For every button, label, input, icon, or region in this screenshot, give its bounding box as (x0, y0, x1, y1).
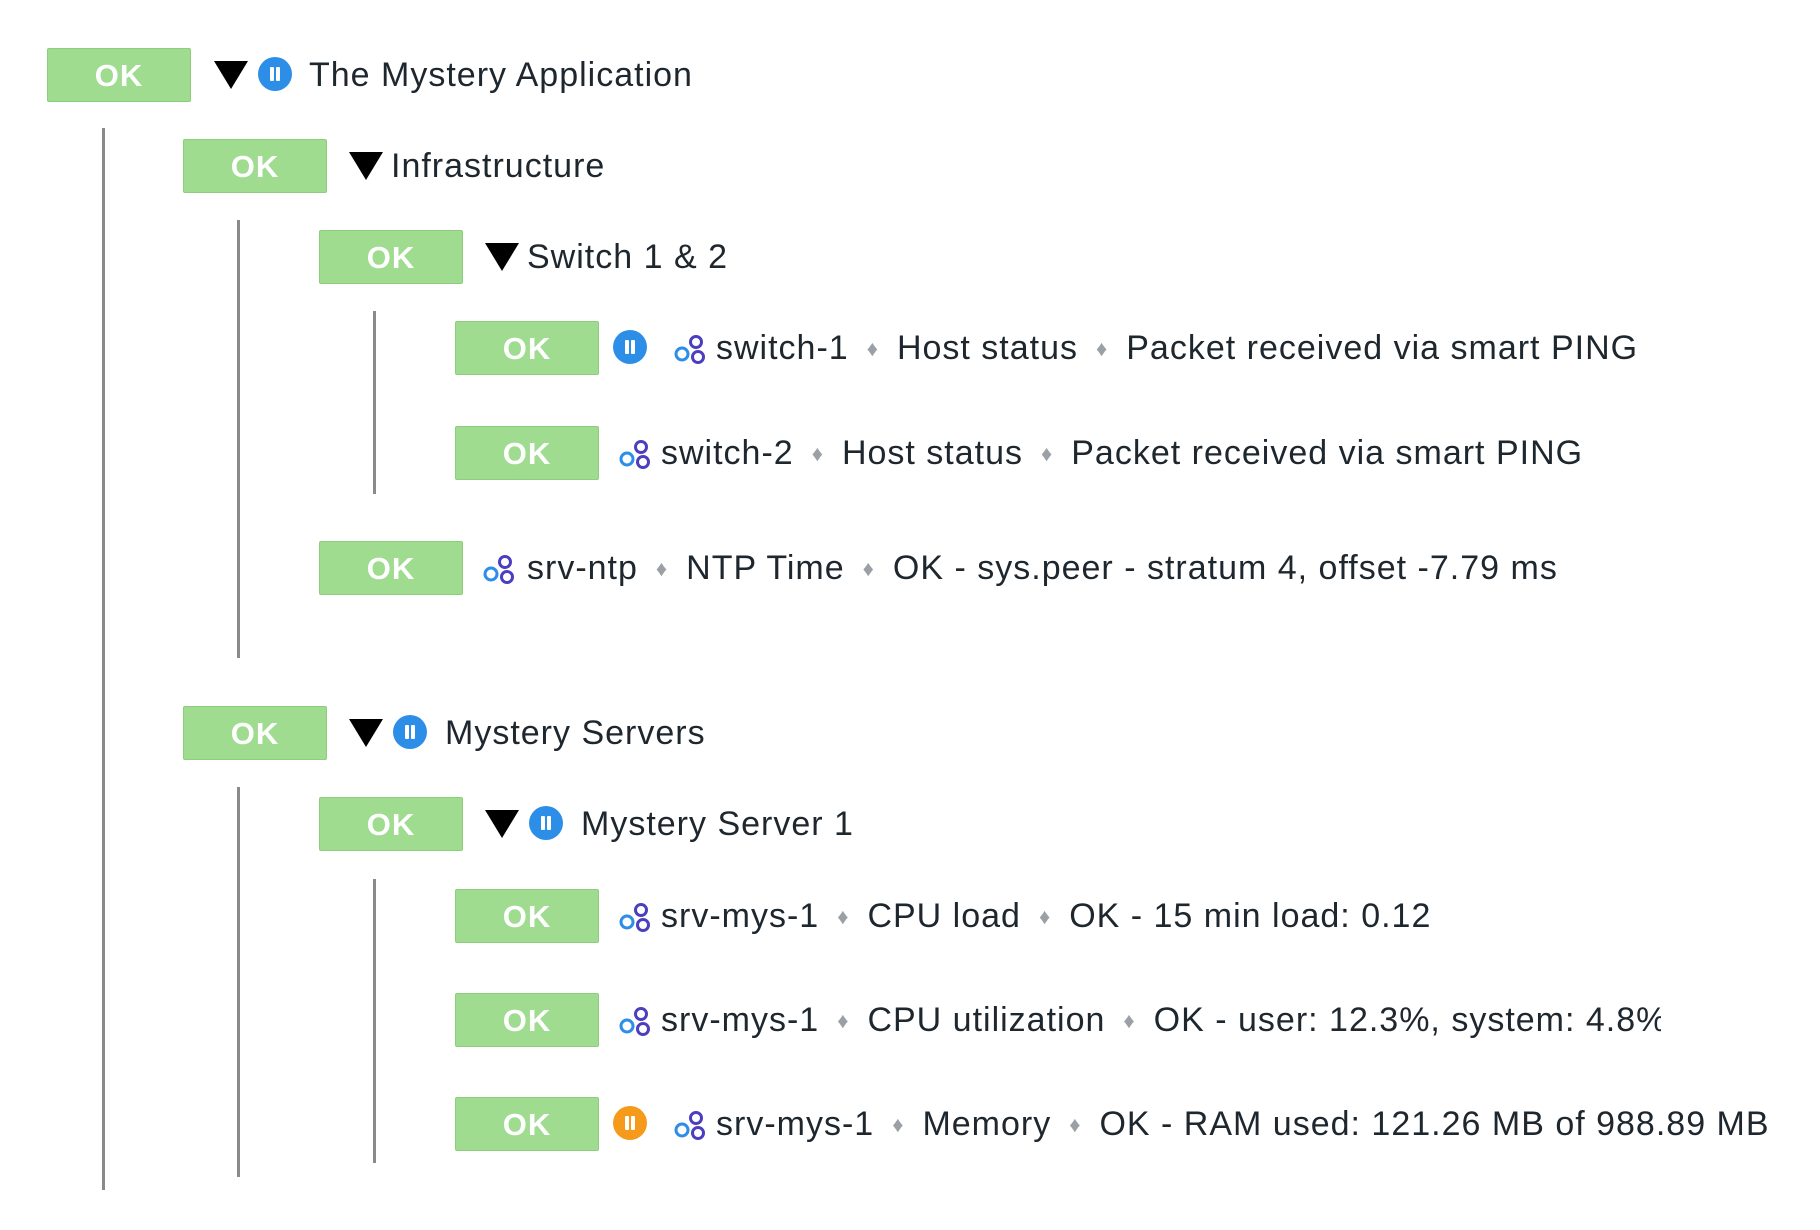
tree-node-switches: OK Switch 1 & 2 (0, 229, 1820, 285)
tree-node-mystery-server-1: OK Mystery Server 1 (0, 796, 1820, 852)
state-badge[interactable]: OK (319, 797, 463, 851)
pause-downtime-icon (613, 330, 647, 364)
tree-leaf-cpu-load: OK srv-mys-1 ♦ CPU load ♦ OK - 15 min load: … (0, 888, 1820, 944)
host-name[interactable]: srv-mys-1 (661, 897, 819, 935)
collapse-toggle-icon[interactable] (349, 152, 383, 180)
host-name[interactable]: srv-ntp (527, 549, 638, 587)
state-badge[interactable]: OK (455, 426, 599, 480)
collapse-toggle-icon[interactable] (214, 61, 248, 89)
separator-icon: ♦ (837, 1008, 850, 1033)
tree-leaf-switch-2: OK switch-2 ♦ Host status ♦ Packet received … (0, 425, 1820, 481)
tree-node-mystery-servers: OK Mystery Servers (0, 705, 1820, 761)
service-output: OK - sys.peer - stratum 4, offset -7.79 … (892, 549, 1558, 587)
tree-leaf-switch-1: OK switch-1 ♦ Host status ♦ Packet received … (0, 320, 1820, 376)
collapse-toggle-icon[interactable] (485, 810, 519, 838)
state-badge[interactable]: OK (455, 993, 599, 1047)
pause-downtime-icon (393, 715, 427, 749)
service-name[interactable]: Host status (897, 329, 1078, 367)
service-name[interactable]: CPU utilization (867, 1001, 1105, 1039)
service-line[interactable]: switch-1 ♦ Host status ♦ Packet received via… (716, 320, 1638, 376)
service-name[interactable]: NTP Time (686, 549, 845, 587)
separator-icon: ♦ (837, 904, 850, 929)
state-badge[interactable]: OK (319, 230, 463, 284)
state-badge[interactable]: OK (183, 139, 327, 193)
host-name[interactable]: srv-mys-1 (661, 1001, 819, 1039)
service-gears-icon (619, 440, 650, 469)
collapse-toggle-icon[interactable] (485, 243, 519, 271)
separator-icon: ♦ (1123, 1008, 1136, 1033)
service-gears-icon (674, 1111, 705, 1140)
service-name[interactable]: CPU load (867, 897, 1021, 935)
state-badge[interactable]: OK (47, 48, 191, 102)
state-badge[interactable]: OK (319, 541, 463, 595)
service-name[interactable]: Memory (922, 1105, 1051, 1143)
service-name[interactable]: Host status (842, 434, 1023, 472)
separator-icon: ♦ (1069, 1112, 1082, 1137)
node-title[interactable]: The Mystery Application (309, 47, 693, 103)
service-output: OK - RAM used: 121.26 MB of 988.89 MB (1099, 1105, 1770, 1143)
service-line[interactable]: srv-mys-1 ♦ Memory ♦ OK - RAM used: 121.26 M… (716, 1096, 1770, 1152)
tree-node-infrastructure: OK Infrastructure (0, 138, 1820, 194)
node-title[interactable]: Switch 1 & 2 (527, 229, 728, 285)
separator-icon: ♦ (862, 556, 875, 581)
state-badge[interactable]: OK (455, 321, 599, 375)
pause-downtime-icon (529, 806, 563, 840)
node-title[interactable]: Mystery Servers (445, 705, 706, 761)
service-output: Packet received via smart PING (1071, 434, 1584, 472)
host-name[interactable]: switch-2 (661, 434, 794, 472)
state-badge[interactable]: OK (455, 1097, 599, 1151)
separator-icon: ♦ (655, 556, 669, 581)
tree-leaf-srv-ntp: OK srv-ntp ♦ NTP Time ♦ OK - sys.peer - stra… (0, 540, 1820, 596)
pause-downtime-orange-icon (613, 1106, 647, 1140)
tree-node-root: OK The Mystery Application (0, 47, 1820, 103)
host-name[interactable]: srv-mys-1 (716, 1105, 874, 1143)
service-output: OK - user: 12.3%, system: 4.8% (1153, 1001, 1661, 1039)
service-output: Packet received via smart PING (1126, 329, 1639, 367)
service-output: OK - 15 min load: 0.12 (1069, 897, 1432, 935)
separator-icon: ♦ (866, 336, 879, 361)
separator-icon: ♦ (1038, 904, 1052, 929)
separator-icon: ♦ (892, 1112, 905, 1137)
service-gears-icon (619, 903, 650, 932)
service-line[interactable]: srv-ntp ♦ NTP Time ♦ OK - sys.peer - stratum… (527, 540, 1558, 596)
separator-icon: ♦ (1096, 336, 1109, 361)
service-gears-icon (483, 555, 514, 584)
collapse-toggle-icon[interactable] (349, 719, 383, 747)
separator-icon: ♦ (1041, 441, 1054, 466)
tree-leaf-memory: OK srv-mys-1 ♦ Memory ♦ OK - RAM used: 121.2… (0, 1096, 1820, 1152)
service-gears-icon (674, 335, 705, 364)
state-badge[interactable]: OK (183, 706, 327, 760)
separator-icon: ♦ (811, 441, 824, 466)
host-name[interactable]: switch-1 (716, 329, 849, 367)
service-line[interactable]: srv-mys-1 ♦ CPU utilization ♦ OK - user: 12.… (661, 992, 1661, 1048)
node-title[interactable]: Mystery Server 1 (581, 796, 854, 852)
pause-downtime-icon (258, 57, 292, 91)
service-line[interactable]: srv-mys-1 ♦ CPU load ♦ OK - 15 min load: 0.1… (661, 888, 1431, 944)
service-line[interactable]: switch-2 ♦ Host status ♦ Packet received via… (661, 425, 1583, 481)
service-gears-icon (619, 1007, 650, 1036)
state-badge[interactable]: OK (455, 889, 599, 943)
tree-leaf-cpu-utilization: OK srv-mys-1 ♦ CPU utilization ♦ OK - user: … (0, 992, 1661, 1048)
node-title[interactable]: Infrastructure (391, 138, 605, 194)
